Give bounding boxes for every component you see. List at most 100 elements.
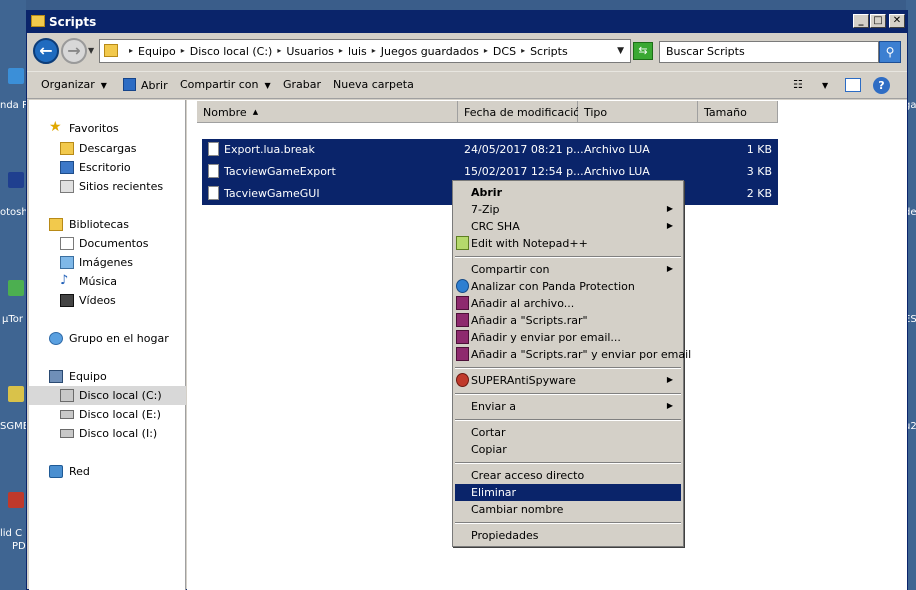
menu-item-crc-sha[interactable]: CRC SHA ▶ xyxy=(455,218,681,235)
preview-pane-icon[interactable] xyxy=(845,78,861,92)
chevron-down-icon: ▼ xyxy=(100,81,107,90)
view-options-icon[interactable]: ☷ xyxy=(793,78,803,91)
address-row: ← → ▼ ▸ Equipo ▸ Disco local (C:) ▸ Usua… xyxy=(27,33,907,71)
desktop-app-icon[interactable] xyxy=(8,172,24,188)
chevron-right-icon[interactable]: ▸ xyxy=(124,46,138,59)
open-button[interactable]: Abrir xyxy=(123,78,168,92)
breadcrumb-item[interactable]: Equipo xyxy=(138,45,176,58)
menu-item-add-email[interactable]: Añadir y enviar por email... xyxy=(455,329,681,346)
menu-label: Analizar con Panda Protection xyxy=(471,280,635,293)
search-icon[interactable]: ⚲ xyxy=(879,41,901,63)
menu-item-cut[interactable]: Cortar xyxy=(455,424,681,441)
chevron-right-icon[interactable]: ▸ xyxy=(479,46,493,59)
nav-network[interactable]: Red xyxy=(29,462,186,481)
back-button[interactable]: ← xyxy=(33,38,59,64)
chevron-right-icon[interactable]: ▸ xyxy=(176,46,190,59)
breadcrumb-item[interactable]: Disco local (C:) xyxy=(190,45,273,58)
chevron-right-icon[interactable]: ▸ xyxy=(367,46,381,59)
share-button[interactable]: Compartir con ▼ xyxy=(180,78,271,91)
menu-item-open[interactable]: Abrir xyxy=(455,184,681,201)
chevron-right-icon[interactable]: ▸ xyxy=(272,46,286,59)
maximize-button[interactable]: □ xyxy=(870,14,886,28)
desktop-icon xyxy=(60,161,74,174)
breadcrumb-item[interactable]: luis xyxy=(348,45,367,58)
column-header-size[interactable]: Tamaño xyxy=(698,101,778,123)
chevron-right-icon[interactable]: ▸ xyxy=(516,46,530,59)
menu-label: Añadir al archivo... xyxy=(471,297,575,310)
breadcrumb-item[interactable]: Usuarios xyxy=(286,45,334,58)
forward-button[interactable]: → xyxy=(61,38,87,64)
drive-icon xyxy=(60,389,74,402)
desktop-label: SGME xyxy=(0,421,30,432)
nav-label: Red xyxy=(69,465,90,478)
desktop-app-icon[interactable] xyxy=(8,386,24,402)
nav-disk-c[interactable]: Disco local (C:) xyxy=(29,386,186,405)
organize-button[interactable]: Organizar ▼ xyxy=(41,78,107,91)
menu-item-rename[interactable]: Cambiar nombre xyxy=(455,501,681,518)
menu-item-panda[interactable]: Analizar con Panda Protection xyxy=(455,278,681,295)
nav-libraries[interactable]: Bibliotecas xyxy=(29,215,186,234)
column-header-modified[interactable]: Fecha de modificación xyxy=(458,101,587,123)
close-button[interactable]: ✕ xyxy=(889,14,905,28)
desktop-app-icon[interactable] xyxy=(8,68,24,84)
title-bar[interactable]: Scripts _ □ ✕ xyxy=(27,11,907,33)
homegroup-icon xyxy=(49,332,63,345)
column-header-name[interactable]: Nombre ▲ xyxy=(197,101,458,123)
menu-item-send-to[interactable]: Enviar a ▶ xyxy=(455,398,681,415)
nav-videos[interactable]: Vídeos xyxy=(29,291,186,310)
menu-item-properties[interactable]: Propiedades xyxy=(455,527,681,544)
nav-images[interactable]: Imágenes xyxy=(29,253,186,272)
menu-item-share[interactable]: Compartir con ▶ xyxy=(455,261,681,278)
chevron-right-icon: ▶ xyxy=(666,375,673,384)
file-type: Archivo LUA xyxy=(584,165,650,178)
history-dropdown-icon[interactable]: ▼ xyxy=(88,46,98,56)
recent-places-icon xyxy=(60,180,74,193)
menu-item-superantispyware[interactable]: SUPERAntiSpyware ▶ xyxy=(455,372,681,389)
burn-button[interactable]: Grabar xyxy=(283,78,321,91)
nav-disk-i[interactable]: Disco local (I:) xyxy=(29,424,186,443)
menu-item-notepad[interactable]: Edit with Notepad++ xyxy=(455,235,681,252)
desktop-app-icon[interactable] xyxy=(8,280,24,296)
nav-disk-e[interactable]: Disco local (E:) xyxy=(29,405,186,424)
nav-downloads[interactable]: Descargas xyxy=(29,139,186,158)
new-folder-button[interactable]: Nueva carpeta xyxy=(333,78,414,91)
minimize-button[interactable]: _ xyxy=(853,14,869,28)
menu-separator xyxy=(455,393,681,395)
address-bar[interactable]: ▸ Equipo ▸ Disco local (C:) ▸ Usuarios ▸… xyxy=(99,39,631,63)
nav-label: Disco local (C:) xyxy=(79,389,162,402)
menu-item-add-rar-email[interactable]: Añadir a "Scripts.rar" y enviar por emai… xyxy=(455,346,691,363)
help-icon[interactable]: ? xyxy=(873,77,890,94)
nav-label: Vídeos xyxy=(79,294,116,307)
menu-label: Copiar xyxy=(471,443,507,456)
breadcrumb-item[interactable]: DCS xyxy=(493,45,516,58)
desktop-app-icon[interactable] xyxy=(8,492,24,508)
winrar-icon xyxy=(456,330,469,344)
menu-item-delete[interactable]: Eliminar xyxy=(455,484,681,501)
star-icon: ★ xyxy=(49,119,62,135)
nav-desktop[interactable]: Escritorio xyxy=(29,158,186,177)
menu-item-copy[interactable]: Copiar xyxy=(455,441,681,458)
nav-favorites[interactable]: ★ Favoritos xyxy=(29,119,186,138)
nav-label: Escritorio xyxy=(79,161,131,174)
menu-item-add-archive[interactable]: Añadir al archivo... xyxy=(455,295,681,312)
chevron-right-icon[interactable]: ▸ xyxy=(334,46,348,59)
chevron-down-icon[interactable]: ▼ xyxy=(822,81,828,90)
breadcrumb-item[interactable]: Scripts xyxy=(530,45,568,58)
nav-music[interactable]: ♪ Música xyxy=(29,272,186,291)
column-header-type[interactable]: Tipo xyxy=(578,101,698,123)
address-dropdown-icon[interactable]: ▼ xyxy=(617,46,624,56)
lua-file-icon xyxy=(208,142,219,156)
nav-computer[interactable]: Equipo xyxy=(29,367,186,386)
menu-label: Añadir y enviar por email... xyxy=(471,331,621,344)
documents-icon xyxy=(60,237,74,250)
menu-item-add-rar[interactable]: Añadir a "Scripts.rar" xyxy=(455,312,681,329)
refresh-button[interactable]: ⇆ xyxy=(633,42,653,60)
menu-item-shortcut[interactable]: Crear acceso directo xyxy=(455,467,681,484)
nav-homegroup[interactable]: Grupo en el hogar xyxy=(29,329,186,348)
search-input[interactable]: Buscar Scripts xyxy=(659,41,879,63)
breadcrumb-item[interactable]: Juegos guardados xyxy=(381,45,479,58)
nav-documents[interactable]: Documentos xyxy=(29,234,186,253)
menu-item-7zip[interactable]: 7-Zip ▶ xyxy=(455,201,681,218)
table-row[interactable]: Export.lua.break 24/05/2017 08:21 p... A… xyxy=(202,139,778,161)
nav-recent[interactable]: Sitios recientes xyxy=(29,177,186,196)
